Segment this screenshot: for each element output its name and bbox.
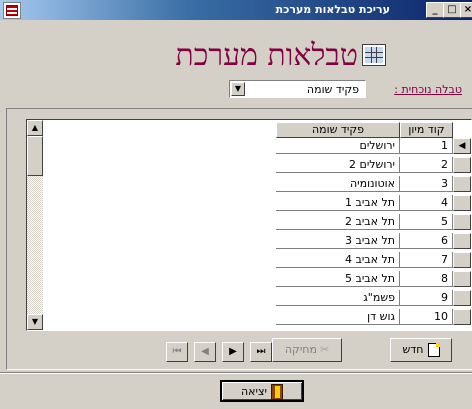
delete-button[interactable]: ✂מחיקה: [272, 338, 342, 362]
cell-name[interactable]: אוטונומיה: [276, 176, 400, 192]
current-table-select[interactable]: פקיד שומה ▼: [229, 80, 366, 98]
minimize-button[interactable]: _: [426, 2, 444, 18]
row-selector[interactable]: [453, 195, 471, 211]
table-row[interactable]: גוש דן 10: [27, 309, 471, 325]
exit-button-label: יציאה: [241, 385, 267, 398]
cell-name[interactable]: ירושלים 2: [276, 157, 400, 173]
first-record-icon: ⏮: [172, 346, 182, 357]
data-grid[interactable]: ▲ ▼ פקיד שומה קוד מיון ירושלים 1 ◀ ירושלים …: [26, 119, 472, 331]
delete-icon: ✂: [319, 343, 330, 356]
table-row[interactable]: תל אביב 14: [27, 195, 471, 211]
row-selector[interactable]: [453, 233, 471, 249]
maximize-button[interactable]: □: [443, 2, 461, 18]
table-row[interactable]: פשמ"ג 9: [27, 290, 471, 306]
nav-first-button[interactable]: ⏮: [166, 342, 188, 362]
exit-button[interactable]: יציאה: [220, 380, 304, 402]
chevron-down-icon[interactable]: ▼: [231, 82, 245, 96]
cell-code[interactable]: 6: [400, 233, 453, 249]
table-row[interactable]: תל אביב 36: [27, 233, 471, 249]
delete-button-label: מחיקה: [284, 343, 317, 356]
cell-name[interactable]: תל אביב 3: [276, 233, 400, 249]
cell-name[interactable]: תל אביב 1: [276, 195, 400, 211]
window-title: עריכת טבלאות מערכת: [275, 3, 390, 16]
table-row[interactable]: תל אביב 47: [27, 252, 471, 268]
cell-name[interactable]: ירושלים: [276, 138, 400, 154]
column-header-name[interactable]: פקיד שומה: [276, 122, 400, 138]
cell-code[interactable]: 8: [400, 271, 453, 287]
cell-code[interactable]: 3: [400, 176, 453, 192]
new-button[interactable]: חדש: [390, 338, 452, 362]
table-row[interactable]: ירושלים 1 ◀: [27, 138, 471, 154]
title-bar[interactable]: עריכת טבלאות מערכת _ □ ×: [0, 0, 472, 20]
row-selector[interactable]: ◀: [453, 138, 471, 154]
cell-code[interactable]: 10: [400, 309, 453, 325]
row-selector[interactable]: [453, 214, 471, 230]
table-row[interactable]: תל אביב 58: [27, 271, 471, 287]
nav-prev-button[interactable]: ◀: [194, 342, 216, 362]
current-table-value: פקיד שומה: [306, 83, 359, 96]
last-record-icon: ⏭: [256, 346, 266, 357]
exit-door-icon: [271, 384, 283, 400]
cell-code[interactable]: 7: [400, 252, 453, 268]
table-row[interactable]: ירושלים 22: [27, 157, 471, 173]
cell-name[interactable]: גוש דן: [276, 309, 400, 325]
cell-code[interactable]: 9: [400, 290, 453, 306]
scroll-up-button[interactable]: ▲: [27, 120, 43, 136]
cell-name[interactable]: תל אביב 5: [276, 271, 400, 287]
nav-next-button[interactable]: ▶: [222, 342, 244, 362]
new-document-icon: [427, 343, 440, 357]
cell-name[interactable]: תל אביב 2: [276, 214, 400, 230]
app-icon[interactable]: [3, 2, 21, 19]
current-table-label: טבלה נוכחית :: [394, 83, 462, 96]
row-selector[interactable]: [453, 309, 471, 325]
new-button-label: חדש: [402, 343, 424, 356]
column-header-code[interactable]: קוד מיון: [400, 122, 453, 138]
cell-code[interactable]: 5: [400, 214, 453, 230]
cell-code[interactable]: 4: [400, 195, 453, 211]
close-button[interactable]: ×: [460, 2, 472, 18]
row-selector[interactable]: [453, 271, 471, 287]
row-selector[interactable]: [453, 252, 471, 268]
table-row[interactable]: תל אביב 25: [27, 214, 471, 230]
prev-record-icon: ◀: [201, 346, 209, 357]
next-record-icon: ▶: [229, 346, 237, 357]
cell-code[interactable]: 2: [400, 157, 453, 173]
cell-code[interactable]: 1: [400, 138, 453, 154]
row-selector[interactable]: [453, 157, 471, 173]
bottom-separator: [0, 372, 472, 374]
row-selector[interactable]: [453, 290, 471, 306]
table-grid-icon: [362, 44, 386, 66]
nav-last-button[interactable]: ⏭: [250, 342, 272, 362]
cell-name[interactable]: תל אביב 4: [276, 252, 400, 268]
cell-name[interactable]: פשמ"ג: [276, 290, 400, 306]
row-selector[interactable]: [453, 176, 471, 192]
table-row[interactable]: אוטונומיה 3: [27, 176, 471, 192]
page-title: טבלאות מערכת: [175, 38, 358, 73]
app-window: עריכת טבלאות מערכת _ □ × טבלאות מערכת טב…: [0, 0, 472, 409]
